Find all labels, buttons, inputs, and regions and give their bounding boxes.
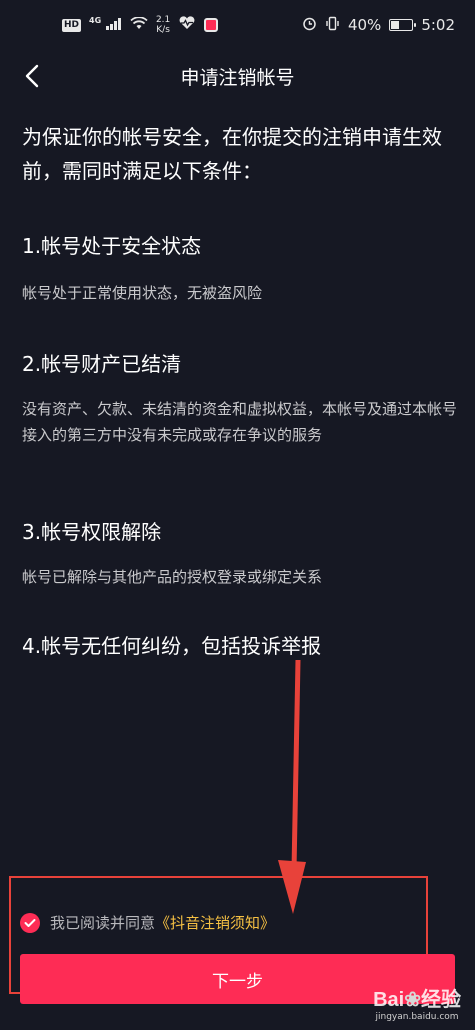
- checkmark-icon: [24, 918, 36, 927]
- condition-2-title: 2.帐号财产已结清: [22, 352, 182, 376]
- header: 申请注销帐号: [0, 50, 475, 102]
- agreement-text: 我已阅读并同意: [50, 914, 156, 932]
- speed-value: 2.1: [155, 15, 171, 25]
- network-speed: 2.1 K/s: [156, 15, 170, 35]
- status-bar: HD 4G 2.1 K/s 40% 5:02: [0, 0, 475, 50]
- signal-icon: 4G: [89, 16, 122, 34]
- battery-percent: 40%: [347, 16, 382, 34]
- conditions-content: 为保证你的帐号安全，在你提交的注销申请生效前，需同时满足以下条件： 1.帐号处于…: [22, 120, 462, 658]
- cancellation-notice-link[interactable]: 《抖音注销须知》: [155, 914, 275, 932]
- watermark-url: jingyan.baidu.com: [375, 1012, 459, 1022]
- hd-badge: HD: [62, 18, 82, 32]
- agreement-checkbox[interactable]: [20, 912, 40, 933]
- heart-rate-icon: [178, 16, 196, 34]
- intro-text: 为保证你的帐号安全，在你提交的注销申请生效前，需同时满足以下条件：: [22, 125, 442, 183]
- watermark-logo: Bai❀经验: [373, 989, 461, 1011]
- clock: 5:02: [421, 16, 455, 34]
- condition-3-desc: 帐号已解除与其他产品的授权登录或绑定关系: [22, 568, 323, 586]
- chevron-left-icon: [25, 64, 39, 88]
- condition-3-title: 3.帐号权限解除: [22, 520, 162, 544]
- speed-unit: K/s: [156, 25, 170, 35]
- vibrate-icon: [325, 16, 340, 35]
- back-button[interactable]: [16, 60, 48, 92]
- battery-icon: [389, 19, 417, 31]
- condition-1-desc: 帐号处于正常使用状态，无被盗风险: [22, 284, 263, 302]
- condition-4-title: 4.帐号无任何纠纷，包括投诉举报: [22, 634, 322, 658]
- app-notification-icon: [204, 18, 219, 32]
- page-title: 申请注销帐号: [180, 66, 295, 89]
- baidu-jingyan-watermark: Bai❀经验 jingyan.baidu.com: [373, 983, 461, 1022]
- status-right: 40% 5:02: [302, 16, 455, 35]
- condition-1-title: 1.帐号处于安全状态: [22, 234, 202, 258]
- status-left: HD 4G 2.1 K/s: [62, 15, 219, 35]
- wifi-icon: [130, 16, 148, 34]
- alarm-icon: [302, 16, 317, 35]
- agreement-row[interactable]: 我已阅读并同意《抖音注销须知》: [20, 912, 275, 933]
- network-type: 4G: [89, 16, 102, 25]
- condition-2-desc: 没有资产、欠款、未结清的资金和虚拟权益，本帐号及通过本帐号接入的第三方中没有未完…: [22, 400, 458, 444]
